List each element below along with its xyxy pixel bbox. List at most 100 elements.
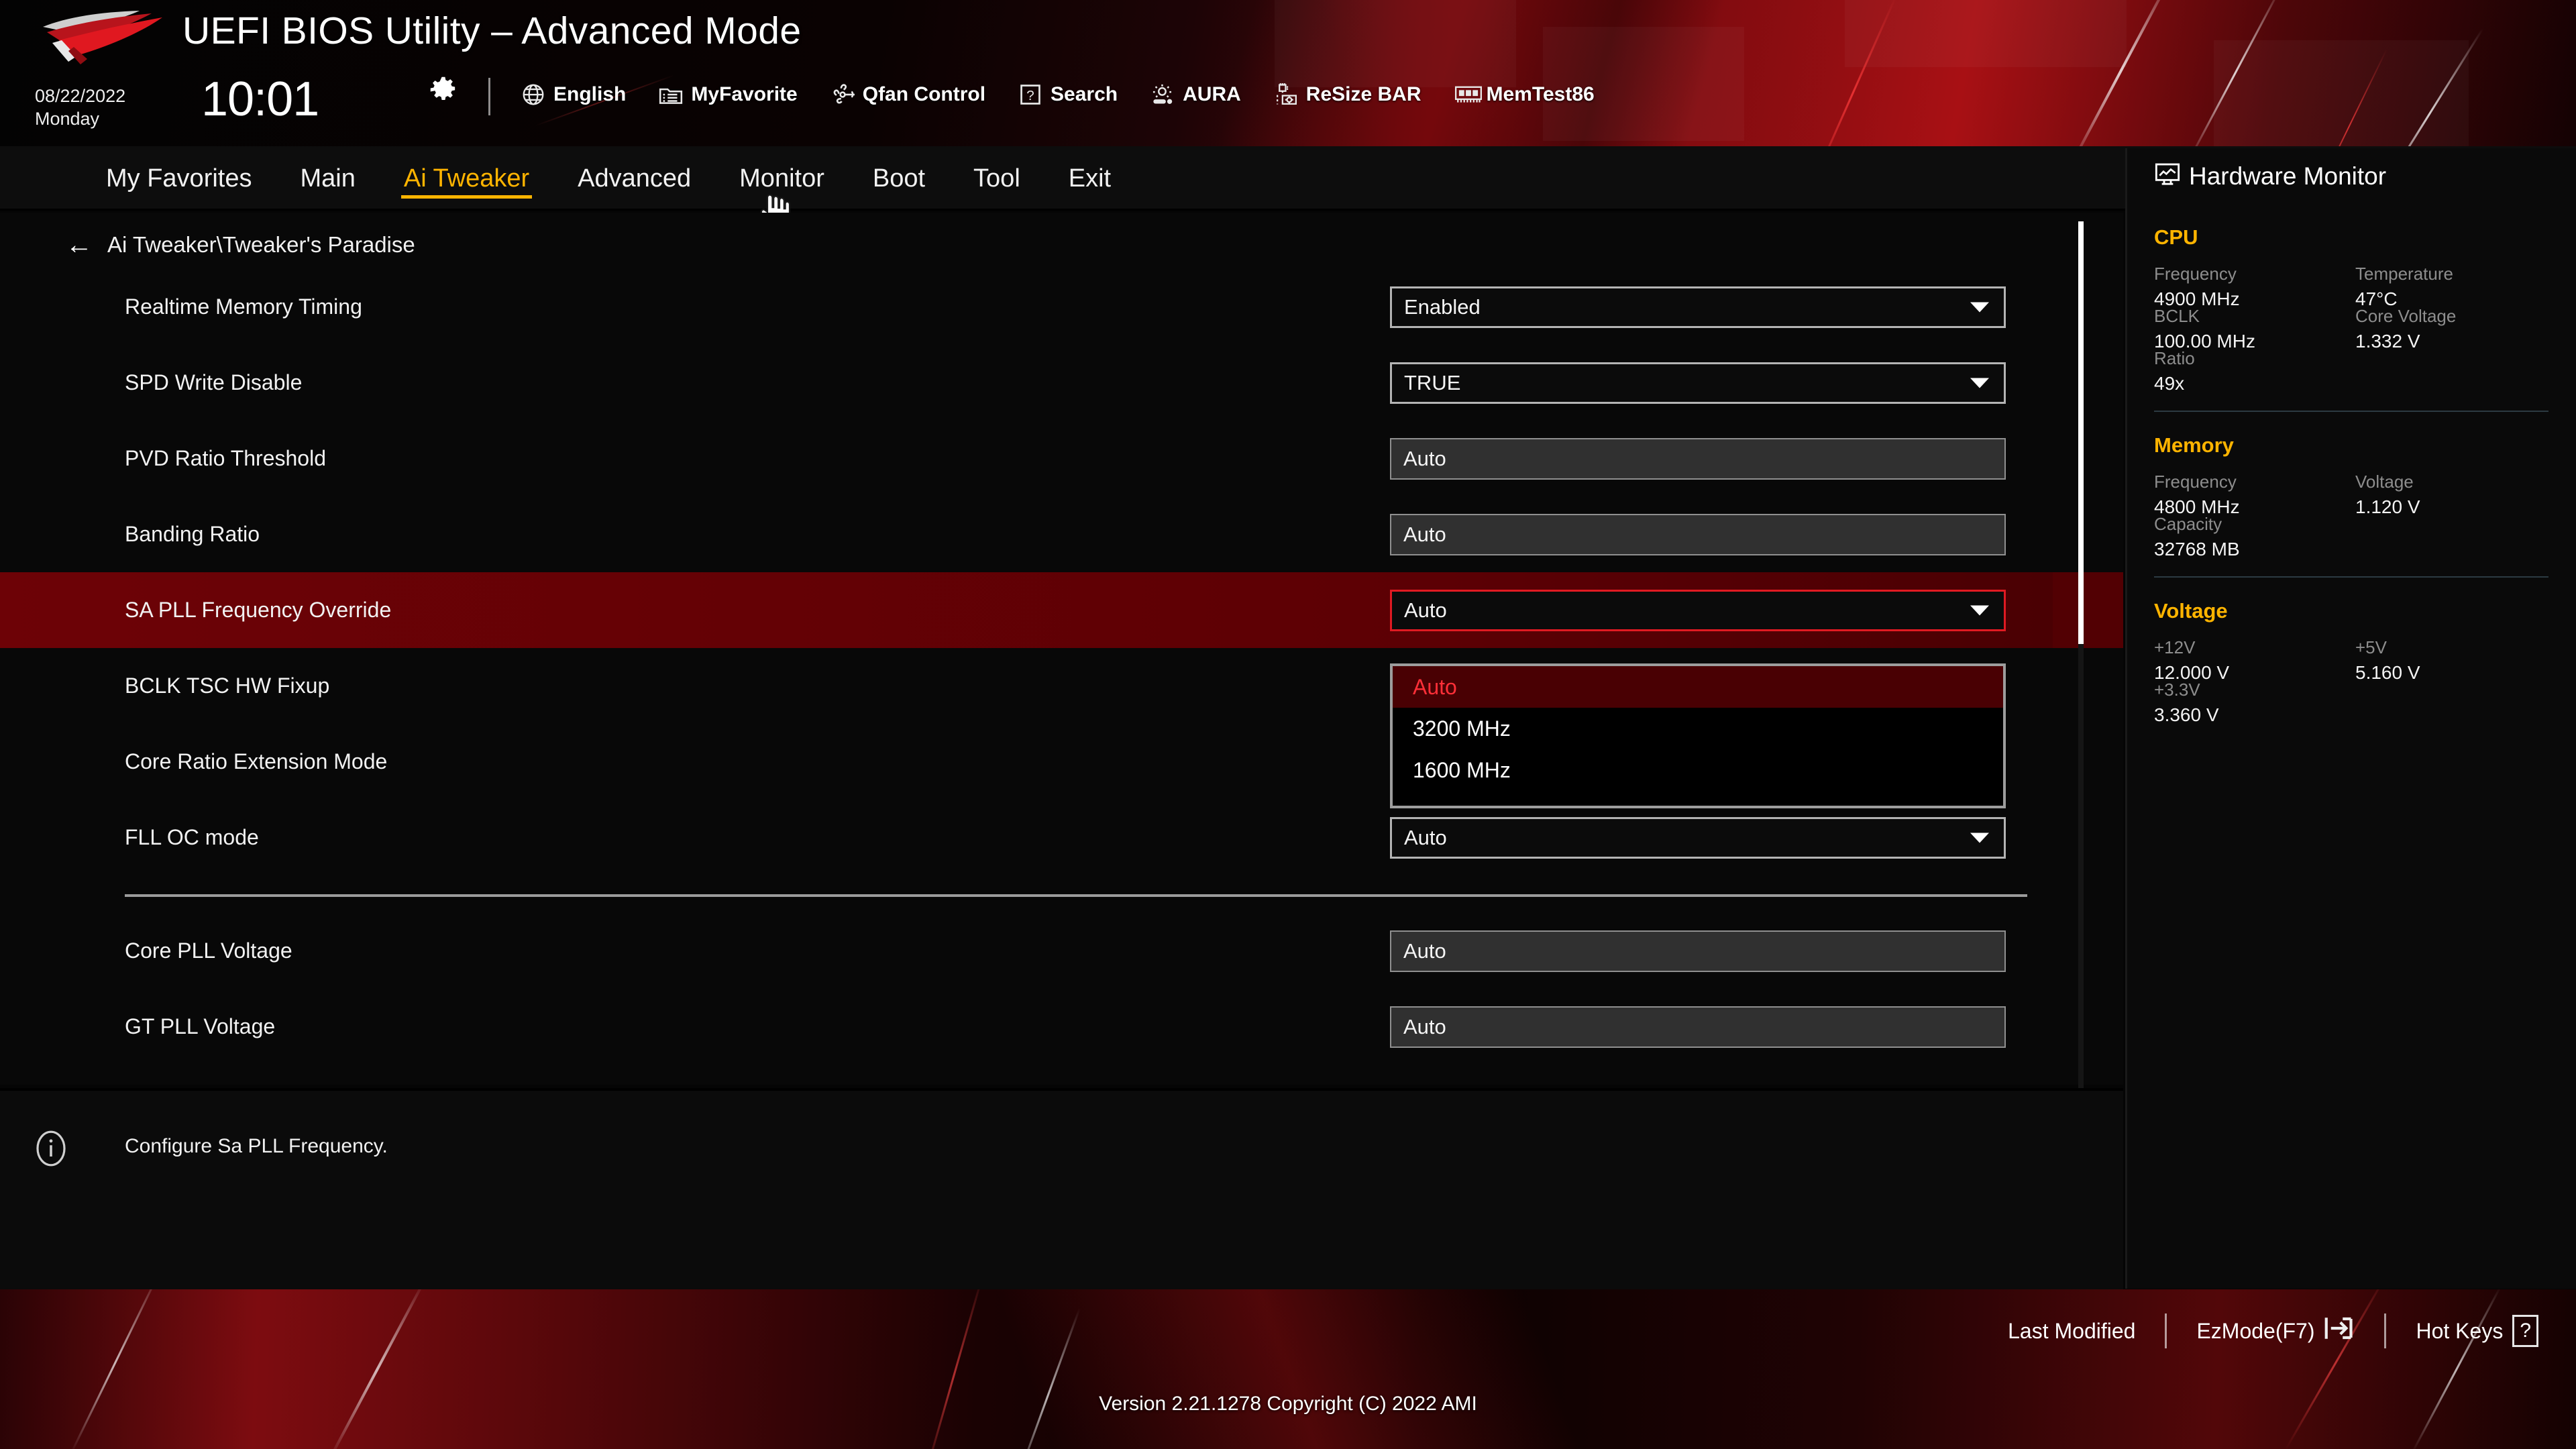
- setting-row-pvd-ratio-threshold[interactable]: PVD Ratio Threshold Auto: [0, 421, 2123, 496]
- nav-tab-main[interactable]: Main: [300, 146, 355, 211]
- hw-metric: Temperature 47°C: [2355, 264, 2453, 310]
- setting-row-core-pll-voltage[interactable]: Core PLL Voltage Auto: [0, 913, 2123, 989]
- dropdown-option-1600-mhz[interactable]: 1600 MHz: [1393, 749, 2003, 791]
- hw-metric-label: Temperature: [2355, 264, 2453, 284]
- header-tool-row: English MyFavorite Qfan Control ? Search…: [521, 82, 1595, 107]
- hw-metric: BCLK 100.00 MHz: [2154, 306, 2255, 352]
- hotkeys-button[interactable]: Hot Keys ?: [2416, 1315, 2538, 1347]
- question-box-icon: ?: [1018, 82, 1043, 107]
- version-text: Version 2.21.1278 Copyright (C) 2022 AMI: [1099, 1393, 1477, 1415]
- setting-row-gt-pll-voltage[interactable]: GT PLL Voltage Auto: [0, 989, 2123, 1065]
- qfan-control-button[interactable]: Qfan Control: [830, 82, 985, 107]
- hw-metric-value: 1.120 V: [2355, 496, 2420, 517]
- setting-input-core-pll-voltage[interactable]: Auto: [1390, 930, 2006, 972]
- help-text: Configure Sa PLL Frequency.: [125, 1135, 388, 1157]
- setting-select-spd-write-disable[interactable]: TRUE: [1390, 362, 2006, 404]
- globe-icon: [521, 82, 546, 107]
- hw-metric-value: 3.360 V: [2154, 704, 2219, 725]
- setting-label: Banding Ratio: [125, 522, 260, 546]
- hw-metric: Core Voltage 1.332 V: [2355, 306, 2456, 352]
- footer-actions: Last Modified EzMode(F7) Hot Keys ?: [2008, 1313, 2538, 1348]
- hw-section-title-voltage: Voltage: [2154, 599, 2228, 623]
- date-text: 08/22/2022: [35, 86, 126, 106]
- setting-label: Core Ratio Extension Mode: [125, 749, 388, 773]
- hw-metric-label: Ratio: [2154, 348, 2195, 368]
- aura-button[interactable]: AURA: [1150, 82, 1241, 107]
- section-separator: [125, 894, 2027, 897]
- memtest86-button[interactable]: MemTest86: [1454, 82, 1595, 107]
- language-button[interactable]: English: [521, 82, 626, 107]
- gear-icon[interactable]: [429, 76, 458, 104]
- hardware-monitor-label: Hardware Monitor: [2189, 162, 2387, 190]
- info-icon: [32, 1130, 70, 1167]
- setting-row-banding-ratio[interactable]: Banding Ratio Auto: [0, 496, 2123, 572]
- setting-input-gt-pll-voltage[interactable]: Auto: [1390, 1006, 2006, 1048]
- setting-label: BCLK TSC HW Fixup: [125, 674, 330, 698]
- hw-metric: +12V 12.000 V: [2154, 637, 2229, 684]
- setting-value: Auto: [1403, 1015, 1446, 1038]
- memory-module-icon: [1454, 82, 1482, 107]
- setting-label: Realtime Memory Timing: [125, 294, 362, 319]
- hw-metric-value: 1.332 V: [2355, 331, 2420, 352]
- nav-tab-tool[interactable]: Tool: [973, 146, 1020, 211]
- breadcrumb[interactable]: ← Ai Tweaker\Tweaker's Paradise: [66, 231, 415, 258]
- dropdown-option-3200-mhz[interactable]: 3200 MHz: [1393, 708, 2003, 749]
- dropdown-option-auto[interactable]: Auto: [1393, 666, 2003, 708]
- chevron-down-icon[interactable]: [1970, 605, 1989, 616]
- nav-tab-label: Tool: [973, 164, 1020, 193]
- setting-input-banding-ratio[interactable]: Auto: [1390, 514, 2006, 555]
- hw-metric-label: Capacity: [2154, 514, 2222, 534]
- setting-row-sa-pll-frequency-override[interactable]: SA PLL Frequency Override Auto: [0, 572, 2123, 648]
- chevron-down-icon[interactable]: [1970, 378, 1989, 388]
- setting-input-pvd-ratio-threshold[interactable]: Auto: [1390, 438, 2006, 480]
- setting-value: Auto: [1404, 598, 1447, 622]
- nav-tab-label: Main: [300, 164, 356, 193]
- header-divider: [488, 78, 490, 115]
- nav-tab-advanced[interactable]: Advanced: [578, 146, 691, 211]
- setting-row-spd-write-disable[interactable]: SPD Write Disable TRUE: [0, 345, 2123, 421]
- setting-select-realtime-memory-timing[interactable]: Enabled: [1390, 286, 2006, 328]
- ezmode-button[interactable]: EzMode(F7): [2196, 1314, 2355, 1348]
- search-label: Search: [1051, 83, 1118, 105]
- setting-label: FLL OC mode: [125, 825, 259, 849]
- footer-bar: Last Modified EzMode(F7) Hot Keys ? Vers…: [0, 1289, 2576, 1449]
- hw-metric-label: BCLK: [2154, 306, 2200, 326]
- nav-tab-boot[interactable]: Boot: [873, 146, 925, 211]
- last-modified-button[interactable]: Last Modified: [2008, 1319, 2135, 1344]
- fan-icon: [830, 82, 855, 107]
- nav-tab-exit[interactable]: Exit: [1069, 146, 1111, 211]
- hw-section-title-memory: Memory: [2154, 433, 2234, 457]
- hw-metric-label: Voltage: [2355, 472, 2414, 492]
- setting-label: SPD Write Disable: [125, 370, 303, 394]
- monitor-graph-icon: [2154, 162, 2181, 191]
- hw-metric-label: +5V: [2355, 637, 2387, 657]
- date-block: 08/22/2022 Monday: [35, 85, 125, 130]
- footer-divider-2: [2384, 1313, 2387, 1348]
- nav-items: My Favorites Main Ai Tweaker Advanced Monito…: [0, 146, 1159, 211]
- qfan-control-label: Qfan Control: [862, 83, 986, 105]
- back-arrow-icon[interactable]: ←: [66, 231, 93, 258]
- hw-section-divider: [2154, 576, 2548, 578]
- myfavorite-button[interactable]: MyFavorite: [658, 82, 798, 107]
- hw-metric-label: Frequency: [2154, 264, 2237, 284]
- chevron-down-icon[interactable]: [1970, 302, 1989, 313]
- search-button[interactable]: ? Search: [1018, 82, 1118, 107]
- setting-row-fll-oc-mode[interactable]: FLL OC mode Auto: [0, 800, 2123, 875]
- vertical-scrollbar[interactable]: [2078, 221, 2084, 1100]
- hw-metric: Frequency 4900 MHz: [2154, 264, 2240, 310]
- hotkeys-label: Hot Keys: [2416, 1318, 2504, 1343]
- sa-pll-frequency-dropdown[interactable]: Auto 3200 MHz 1600 MHz: [1390, 663, 2006, 808]
- footer-divider-1: [2165, 1313, 2167, 1348]
- setting-value: TRUE: [1404, 371, 1461, 394]
- setting-select-sa-pll-frequency-override[interactable]: Auto: [1390, 590, 2006, 631]
- hw-metric: Capacity 32768 MB: [2154, 514, 2240, 560]
- nav-tab-ai-tweaker[interactable]: Ai Tweaker: [400, 146, 533, 211]
- nav-tab-my-favorites[interactable]: My Favorites: [106, 146, 252, 211]
- hw-metric-value: 49x: [2154, 373, 2185, 394]
- resize-bar-button[interactable]: ReSize BAR: [1273, 82, 1421, 107]
- setting-select-fll-oc-mode[interactable]: Auto: [1390, 817, 2006, 859]
- chevron-down-icon[interactable]: [1970, 833, 1989, 843]
- folder-list-icon: [658, 82, 684, 107]
- aura-light-icon: [1150, 82, 1175, 107]
- setting-row-realtime-memory-timing[interactable]: Realtime Memory Timing Enabled: [0, 269, 2123, 345]
